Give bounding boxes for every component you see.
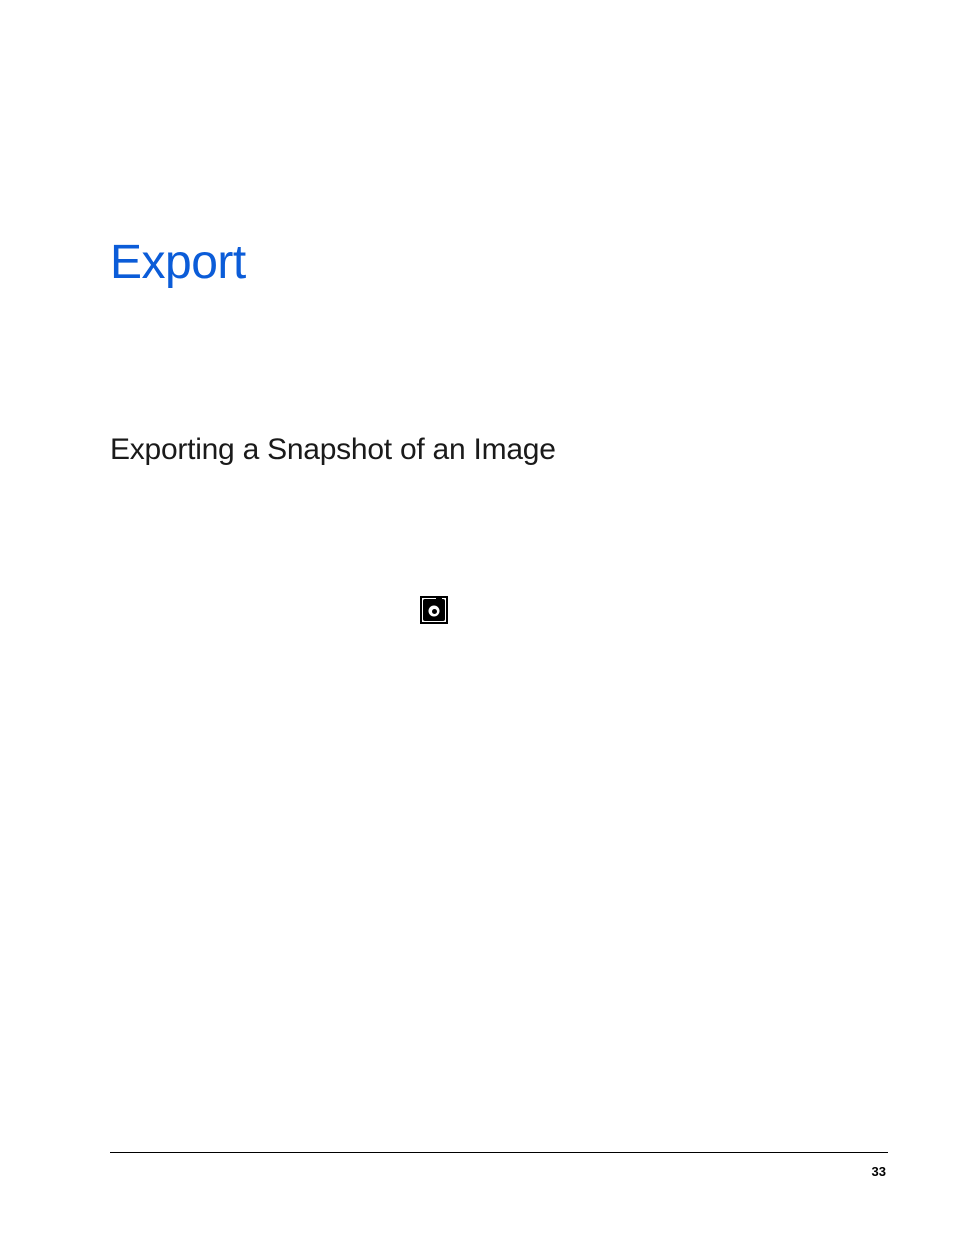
icon-row <box>110 596 854 624</box>
section-title: Exporting a Snapshot of an Image <box>110 433 854 466</box>
chapter-title: Export <box>110 238 854 288</box>
camera-icon <box>420 596 448 624</box>
document-page: Export Exporting a Snapshot of an Image … <box>0 0 954 1235</box>
page-number: 33 <box>872 1164 886 1179</box>
footer-rule <box>110 1152 888 1153</box>
